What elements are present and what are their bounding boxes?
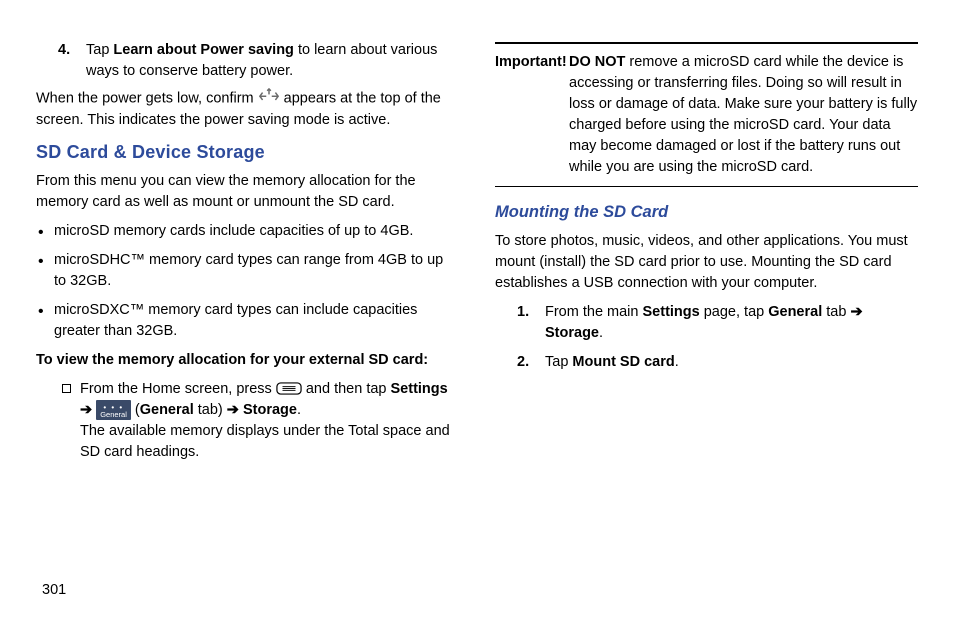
text: . xyxy=(599,325,603,341)
section-heading: SD Card & Device Storage xyxy=(36,139,459,165)
divider xyxy=(495,42,918,44)
text: From the Home screen, press xyxy=(80,381,276,397)
text: From the main xyxy=(545,304,643,320)
general-tab-icon: • • •General xyxy=(96,400,131,421)
arrow-icon: ➔ xyxy=(850,304,862,320)
square-list: From the Home screen, press and then tap… xyxy=(36,379,459,463)
text: The available memory displays under the … xyxy=(80,423,450,460)
intro-para: From this menu you can view the memory a… xyxy=(36,171,459,213)
list-item: 1. From the main Settings page, tap Gene… xyxy=(517,302,918,344)
subsection-heading: Mounting the SD Card xyxy=(495,201,918,225)
capacity-list: microSD memory cards include capacities … xyxy=(36,221,459,342)
divider xyxy=(495,186,918,187)
power-low-para: When the power gets low, confirm appears… xyxy=(36,88,459,131)
text: page, tap xyxy=(700,304,769,320)
page-number: 301 xyxy=(42,582,66,598)
text: Tap xyxy=(86,42,113,58)
important-body: DO NOT remove a microSD card while the d… xyxy=(569,52,918,178)
text-bold: DO NOT xyxy=(569,54,625,70)
steps-list: 1. From the main Settings page, tap Gene… xyxy=(495,302,918,373)
recycle-icon xyxy=(258,88,280,104)
text-bold: General xyxy=(140,402,194,418)
text: . xyxy=(297,402,301,418)
important-label: Important! xyxy=(495,52,569,178)
text: Tap xyxy=(545,354,572,370)
step-body: Tap Learn about Power saving to learn ab… xyxy=(86,40,459,82)
step-number: 2. xyxy=(517,352,545,373)
text-bold: Learn about Power saving xyxy=(113,42,294,58)
arrow-icon: ➔ xyxy=(80,402,96,418)
step-body: Tap Mount SD card. xyxy=(545,352,918,373)
right-column: Important! DO NOT remove a microSD card … xyxy=(495,40,918,471)
text: When the power gets low, confirm xyxy=(36,91,258,107)
text: and then tap xyxy=(302,381,391,397)
list-item: microSD memory cards include capacities … xyxy=(36,221,459,242)
list-item: From the Home screen, press and then tap… xyxy=(58,379,459,463)
icon-label: General xyxy=(100,410,127,419)
text-bold: General xyxy=(768,304,822,320)
text: remove a microSD card while the device i… xyxy=(569,54,917,175)
intro-para: To store photos, music, videos, and othe… xyxy=(495,231,918,294)
list-item: microSDHC™ memory card types can range f… xyxy=(36,250,459,292)
text-bold: Settings xyxy=(643,304,700,320)
step-4: 4. Tap Learn about Power saving to learn… xyxy=(36,40,459,82)
left-column: 4. Tap Learn about Power saving to learn… xyxy=(36,40,459,471)
subheading: To view the memory allocation for your e… xyxy=(36,350,459,371)
list-item: 2. Tap Mount SD card. xyxy=(517,352,918,373)
text: tab) xyxy=(194,402,227,418)
text-bold: Storage xyxy=(243,402,297,418)
text: . xyxy=(675,354,679,370)
text-bold: Settings xyxy=(391,381,448,397)
important-note: Important! DO NOT remove a microSD card … xyxy=(495,52,918,178)
list-item: microSDXC™ memory card types can include… xyxy=(36,300,459,342)
step-body: From the main Settings page, tap General… xyxy=(545,302,918,344)
arrow-icon: ➔ xyxy=(227,402,243,418)
home-button-icon xyxy=(276,381,302,395)
text: tab xyxy=(822,304,850,320)
step-number: 4. xyxy=(58,40,86,82)
text-bold: Mount SD card xyxy=(572,354,674,370)
text-bold: Storage xyxy=(545,325,599,341)
text: ( xyxy=(131,402,140,418)
step-number: 1. xyxy=(517,302,545,344)
